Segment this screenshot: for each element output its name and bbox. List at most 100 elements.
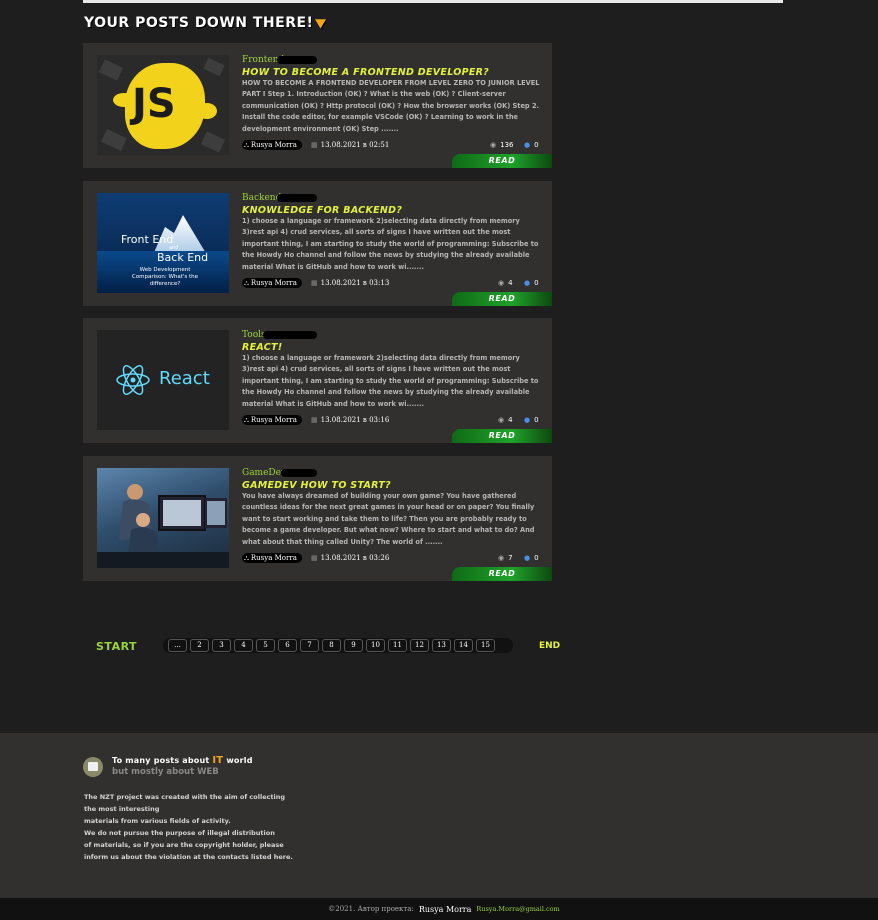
page-button[interactable]: 3 [212,639,231,652]
footer-line: inform us about the violation at the con… [84,853,293,862]
rock-shape [101,129,127,151]
footer-line: We do not pursue the purpose of illegal … [84,829,275,838]
post-views: ◉ 7 [498,553,513,563]
post-title[interactable]: GameDev how to start? [242,480,391,491]
tag-bar [281,469,317,477]
eye-icon: ◉ [498,416,505,424]
page-button[interactable]: 5 [256,639,275,652]
page-button[interactable]: 4 [234,639,253,652]
post-excerpt: 1) choose a language or framework 2)sele… [242,354,539,408]
post-comments: ● 0 [524,553,539,563]
author-name: Rusya Morra [250,554,297,562]
page-button[interactable]: 15 [476,639,495,652]
eye-icon: ◉ [498,554,505,562]
page-button[interactable]: 6 [278,639,297,652]
read-button[interactable]: Read [452,292,552,306]
calendar-icon: ▦ [311,416,318,424]
pagination-start-button[interactable]: START [96,640,137,653]
post-excerpt: HOW TO BECOME A FRONTEND DEVELOPER FROM … [242,79,540,133]
post-card: React Tools React! 1) choose a language … [83,318,552,443]
post-author[interactable]: ⛬ Rusya Morra [242,553,302,563]
post-tag[interactable]: Backend [242,193,281,203]
comment-icon: ● [524,416,531,424]
copyright-author: Rusya Morra [418,904,472,914]
date-text: 13.08.2021 в 03:16 [320,416,390,424]
post-date: ▦ 13.08.2021 в 02:51 [311,140,389,150]
page-button[interactable]: 11 [388,639,407,652]
tag-bar [263,331,317,339]
user-icon: ⛬ [244,416,249,424]
footer-title: To many posts about IT world [112,755,253,766]
post-comments: ● 0 [524,278,539,288]
calendar-icon: ▦ [311,141,318,149]
post-views: ◉ 4 [498,415,513,425]
date-text: 13.08.2021 в 02:51 [320,141,390,149]
page-button[interactable]: 13 [432,639,451,652]
post-comments: ● 0 [524,140,539,150]
date-text: 13.08.2021 в 03:13 [320,279,390,287]
contact-email-link[interactable]: Rusya.Morra@gmail.com [476,905,559,913]
views-count: 4 [508,279,513,287]
page-button[interactable]: 14 [454,639,473,652]
comments-count: 0 [534,554,539,562]
site-logo-icon[interactable] [83,757,103,777]
top-divider [83,0,783,3]
post-author[interactable]: ⛬ Rusya Morra [242,278,302,288]
page-button[interactable]: 2 [190,639,209,652]
pagination-end-button[interactable]: END [539,641,560,651]
thumbnail-subtitle: Web Development Comparison: What's the d… [131,267,199,287]
post-author[interactable]: ⛬ Rusya Morra [242,415,302,425]
page-button[interactable]: 9 [344,639,363,652]
post-date: ▦ 13.08.2021 в 03:13 [311,278,389,288]
post-thumbnail-react[interactable]: React [97,330,229,430]
copyright-bar: ©2021. Автор проекта: Rusya Morra Rusya.… [0,898,878,920]
footer-title-post: world [223,756,253,765]
page-button[interactable]: 10 [366,639,385,652]
logo-inner-shape [88,762,98,771]
comment-icon: ● [524,554,531,562]
footer-line: The NZT project was created with the aim… [84,793,286,801]
user-icon: ⛬ [244,554,249,562]
post-date: ▦ 13.08.2021 в 03:16 [311,415,389,425]
post-card: GameDev GameDev how to start? You have a… [83,456,552,581]
read-button[interactable]: Read [452,154,552,168]
read-button[interactable]: Read [452,567,552,581]
post-title[interactable]: How to become a frontend developer? [242,67,489,78]
post-views: ◉ 4 [498,278,513,288]
react-atom-icon [116,365,150,395]
rock-shape [200,131,226,153]
tag-bar [277,194,317,202]
post-date: ▦ 13.08.2021 в 03:26 [311,553,389,563]
read-button[interactable]: Read [452,429,552,443]
post-author[interactable]: ⛬ Rusya Morra [242,140,302,150]
calendar-icon: ▦ [311,554,318,562]
footer-line: materials from various fields of activit… [84,817,231,826]
section-title-text: Your posts down there! [84,15,314,31]
comments-count: 0 [534,279,539,287]
footer-subtitle: but mostly about WEB [112,767,219,777]
rock-shape [203,57,225,77]
post-thumbnail-backend[interactable]: Front End and Back End Web Development C… [97,193,229,293]
author-name: Rusya Morra [250,141,297,149]
post-views: ◉ 136 [490,140,513,150]
views-count: 136 [500,141,514,149]
page-ellipsis[interactable]: ... [168,639,187,652]
post-tag[interactable]: GameDev [242,468,286,478]
site-footer: To many posts about IT world but mostly … [0,733,878,898]
page-button[interactable]: 7 [300,639,319,652]
comments-count: 0 [534,416,539,424]
page-button[interactable]: 12 [410,639,429,652]
post-thumbnail-js[interactable]: JS [97,55,229,155]
rock-shape [98,59,124,81]
yellow-splash [197,103,217,119]
post-title[interactable]: React! [242,342,282,353]
footer-title-it: IT [212,755,224,766]
tag-bar [277,56,317,64]
section-title: Your posts down there! ▼ [84,15,327,31]
page-button[interactable]: 8 [322,639,341,652]
comment-icon: ● [524,279,531,287]
post-thumbnail-gamedev[interactable] [97,468,229,568]
pagination-list: ... 2 3 4 5 6 7 8 9 10 11 12 13 14 15 [163,638,513,653]
post-title[interactable]: Knowledge for backend? [242,205,402,216]
author-name: Rusya Morra [250,416,297,424]
